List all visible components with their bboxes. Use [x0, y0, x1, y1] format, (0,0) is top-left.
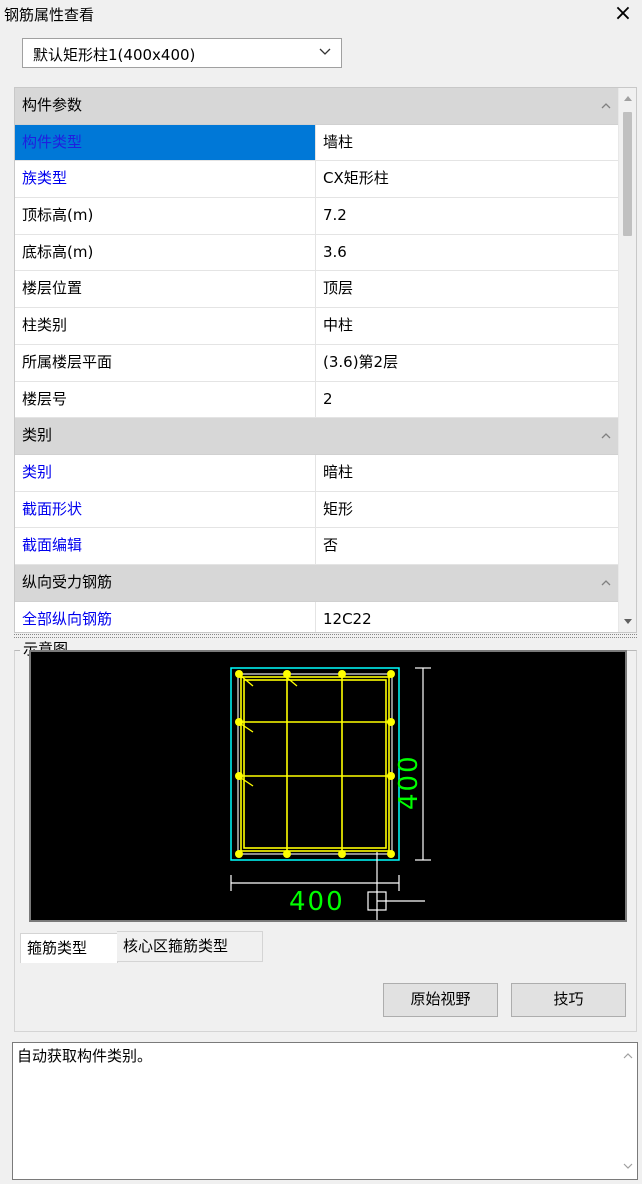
- property-row[interactable]: 构件类型 墙柱: [15, 124, 619, 162]
- property-value[interactable]: 7.2: [317, 198, 619, 234]
- property-value[interactable]: 12C22: [317, 602, 619, 632]
- section-outline: [230, 667, 400, 861]
- property-value[interactable]: 2: [317, 382, 619, 418]
- property-row[interactable]: 楼层位置 顶层: [15, 271, 619, 309]
- scroll-thumb[interactable]: [623, 112, 632, 236]
- component-select[interactable]: 默认矩形柱1(400x400): [22, 38, 342, 68]
- property-row[interactable]: 截面编辑否: [15, 528, 619, 565]
- property-value[interactable]: 3.6: [317, 235, 619, 271]
- category-label: 构件参数: [22, 96, 83, 114]
- rebar-dots: [235, 670, 395, 858]
- property-value[interactable]: CX矩形柱: [317, 161, 619, 197]
- property-row[interactable]: 柱类别 中柱: [15, 308, 619, 345]
- original-view-button[interactable]: 原始视野: [383, 983, 498, 1017]
- close-icon[interactable]: ×: [612, 1, 634, 27]
- category-row[interactable]: 构件参数: [15, 88, 619, 125]
- property-name: 类别: [15, 454, 316, 491]
- property-name: 截面形状: [15, 491, 316, 528]
- title-bar: 钢筋属性查看 ×: [0, 0, 642, 30]
- property-name: 底标高(m): [15, 234, 316, 271]
- property-name: 所属楼层平面: [15, 344, 316, 381]
- property-value[interactable]: 否: [317, 528, 619, 564]
- tips-button[interactable]: 技巧: [511, 983, 626, 1017]
- tab-core-stirrup-type-label: 核心区箍筋类型: [123, 937, 229, 955]
- property-grid: 构件参数构件类型 墙柱 族类型 CX矩形柱 顶标高(m) 7.2 底标高(m) 3.6 楼层位置…: [14, 87, 637, 633]
- status-textarea[interactable]: 自动获取构件类别。: [12, 1042, 638, 1180]
- scroll-up-icon[interactable]: [623, 94, 633, 104]
- section-drawing: 400 400: [230, 667, 431, 920]
- property-value[interactable]: 暗柱: [317, 455, 619, 491]
- property-row[interactable]: 全部纵向钢筋 12C22: [15, 601, 619, 632]
- window-title: 钢筋属性查看: [4, 6, 95, 24]
- property-name: 楼层号: [15, 381, 316, 418]
- property-row[interactable]: 截面形状 矩形: [15, 491, 619, 529]
- chevron-up-icon[interactable]: [599, 429, 613, 443]
- splitter[interactable]: [14, 634, 637, 638]
- chevron-up-icon[interactable]: [599, 99, 613, 113]
- status-scrollbar[interactable]: [619, 1043, 637, 1179]
- category-label: 类别: [22, 426, 53, 445]
- property-name: 柱类别: [15, 308, 316, 344]
- property-value[interactable]: 中柱: [317, 308, 619, 344]
- property-value[interactable]: 墙柱: [317, 125, 619, 161]
- property-row[interactable]: 类别 暗柱: [15, 454, 619, 492]
- property-row[interactable]: 底标高(m) 3.6: [15, 234, 619, 272]
- scroll-down-icon[interactable]: [623, 616, 633, 626]
- component-select-value: 默认矩形柱1(400x400): [33, 46, 196, 64]
- property-row[interactable]: 楼层号 2: [15, 381, 619, 419]
- property-value[interactable]: (3.6)第2层: [317, 345, 619, 381]
- scroll-down-icon[interactable]: [623, 1161, 633, 1171]
- tab-stirrup-type[interactable]: 箍筋类型: [20, 933, 118, 963]
- property-name: 构件类型: [15, 124, 316, 161]
- chevron-down-icon: [319, 48, 331, 55]
- crosshair-cursor: [367, 852, 425, 920]
- property-value[interactable]: 顶层: [317, 271, 619, 307]
- stirrup-grid: [240, 676, 390, 852]
- chevron-up-icon[interactable]: [599, 576, 613, 590]
- dimension-height-label: 400: [394, 754, 424, 810]
- section-diagram[interactable]: 400 400: [29, 650, 627, 922]
- dimension-width-label: 400: [289, 887, 345, 917]
- category-row[interactable]: 类别: [15, 418, 619, 455]
- property-name: 截面编辑: [15, 528, 316, 564]
- property-name: 全部纵向钢筋: [15, 601, 316, 632]
- tab-stirrup-type-label: 箍筋类型: [27, 939, 88, 957]
- property-row[interactable]: 顶标高(m) 7.2: [15, 198, 619, 235]
- category-label: 纵向受力钢筋: [22, 572, 113, 591]
- property-name: 族类型: [15, 161, 316, 198]
- scroll-up-icon[interactable]: [623, 1051, 633, 1061]
- category-row[interactable]: 纵向受力钢筋: [15, 564, 619, 602]
- stirrup-outer: [237, 673, 393, 855]
- tab-core-stirrup-type[interactable]: 核心区箍筋类型: [117, 931, 263, 962]
- property-name: 顶标高(m): [15, 198, 316, 234]
- grid-scrollbar[interactable]: [618, 88, 636, 632]
- property-rows: 构件参数构件类型 墙柱 族类型 CX矩形柱 顶标高(m) 7.2 底标高(m) 3.6 楼层位置…: [15, 88, 619, 632]
- property-row[interactable]: 所属楼层平面 (3.6)第2层: [15, 344, 619, 382]
- property-name: 楼层位置: [15, 271, 316, 308]
- status-text: 自动获取构件类别。: [17, 1047, 153, 1065]
- property-row[interactable]: 族类型 CX矩形柱: [15, 161, 619, 199]
- property-value[interactable]: 矩形: [317, 492, 619, 528]
